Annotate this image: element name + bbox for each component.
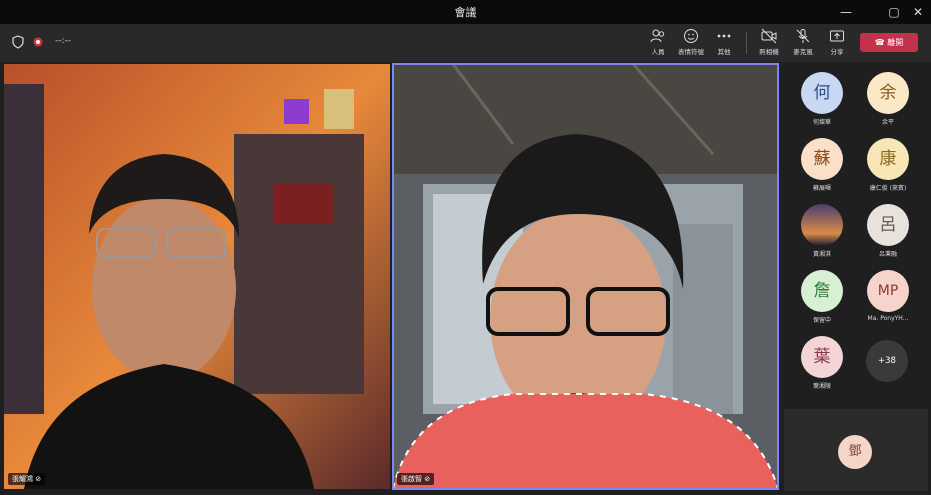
mic-off-icon: ⊘ [424,475,431,483]
video-name-right: 張啟智 ⊘ [397,473,435,485]
avatar: 詹 [801,270,843,312]
meeting-timer: --:-- [55,36,72,46]
avatar: 葉 [801,336,843,378]
name-label: 張耀鴻 [12,475,33,483]
mic-off-icon [796,29,810,43]
maximize-icon[interactable]: ▢ [882,0,906,24]
participant-name: 康仁俊 (來賓) [869,185,907,192]
window-title: 會議 [454,6,477,19]
avatar: 余 [867,72,909,114]
emoji-icon [684,29,698,43]
participant-name: 何燦華 [812,119,831,126]
participant-video-right [393,64,778,489]
name-label: 張啟智 [401,475,422,483]
more-dots-icon [717,34,731,38]
reactions-label: 表情符號 [678,48,704,56]
phone-hangup-icon: ☎ [874,38,885,47]
avatar: MP [867,270,909,312]
mic-button[interactable]: 麥克風 [786,28,820,60]
avatar: 蘇 [801,138,843,180]
participant-name: 葉湘陵 [812,383,831,390]
people-button[interactable]: 人員 [641,28,675,60]
camera-label: 照相機 [759,48,779,56]
more-actions-button[interactable]: 其他 [707,28,741,60]
participant-video-left [4,64,390,489]
mic-off-icon: ⊘ [35,475,42,483]
video-tile-left[interactable]: 張耀鴻 ⊘ [4,64,390,489]
participant-name: 余平 [881,119,894,126]
video-name-left: 張耀鴻 ⊘ [8,473,46,485]
share-button[interactable]: 分享 [820,28,854,60]
video-tile-right[interactable]: 張啟智 ⊘ [392,63,779,490]
reactions-button[interactable]: 表情符號 [674,28,708,60]
avatar: 何 [801,72,843,114]
self-avatar: 鄧 [838,435,872,469]
avatar: 康 [867,138,909,180]
participant-name: 保留中 [812,317,831,324]
shield-icon [12,35,24,49]
camera-off-icon [761,28,777,44]
participant-tile[interactable]: 呂 呂秉融 [860,204,916,268]
close-icon[interactable]: ✕ [906,0,930,24]
participant-name: 黃湘淇 [812,251,831,258]
people-label: 人員 [651,48,665,56]
participant-tile[interactable]: 蘇 蘇展暉 [794,138,850,202]
participant-tile[interactable]: 葉 葉湘陵 [794,336,850,400]
more-participants-button[interactable]: +38 [866,340,908,382]
participant-tile[interactable]: 康 康仁俊 (來賓) [860,138,916,202]
participant-roster: 何 何燦華 余 余平 蘇 蘇展暉 康 康仁俊 (來賓) 黃湘淇 呂 呂秉融 詹 … [784,64,931,406]
mic-label: 麥克風 [793,48,813,56]
share-label: 分享 [830,48,844,56]
toolbar-divider [746,32,747,54]
participant-tile[interactable]: 黃湘淇 [794,204,850,268]
participant-name: Ma. PonyYH... [867,315,909,322]
recording-icon [33,37,43,47]
camera-button[interactable]: 照相機 [752,28,786,60]
avatar-photo [801,204,843,246]
minimize-icon[interactable]: — [834,0,858,24]
participant-tile[interactable]: 何 何燦華 [794,72,850,136]
participant-name: 呂秉融 [878,251,897,258]
title-bar: 會議 — ▢ ✕ [0,0,931,24]
leave-button[interactable]: ☎ 離開 [860,33,918,52]
share-screen-icon [830,30,844,42]
participant-tile[interactable]: 詹 保留中 [794,270,850,334]
leave-label: 離開 [887,38,904,47]
meeting-toolbar: 人員 表情符號 其他 照相機 麥克風 分享 [0,24,931,62]
more-label: 其他 [717,48,731,56]
participant-tile[interactable]: MP Ma. PonyYH... [860,270,916,334]
avatar: 呂 [867,204,909,246]
participant-tile[interactable]: 余 余平 [860,72,916,136]
participant-name: 蘇展暉 [812,185,831,192]
people-icon [650,29,665,43]
